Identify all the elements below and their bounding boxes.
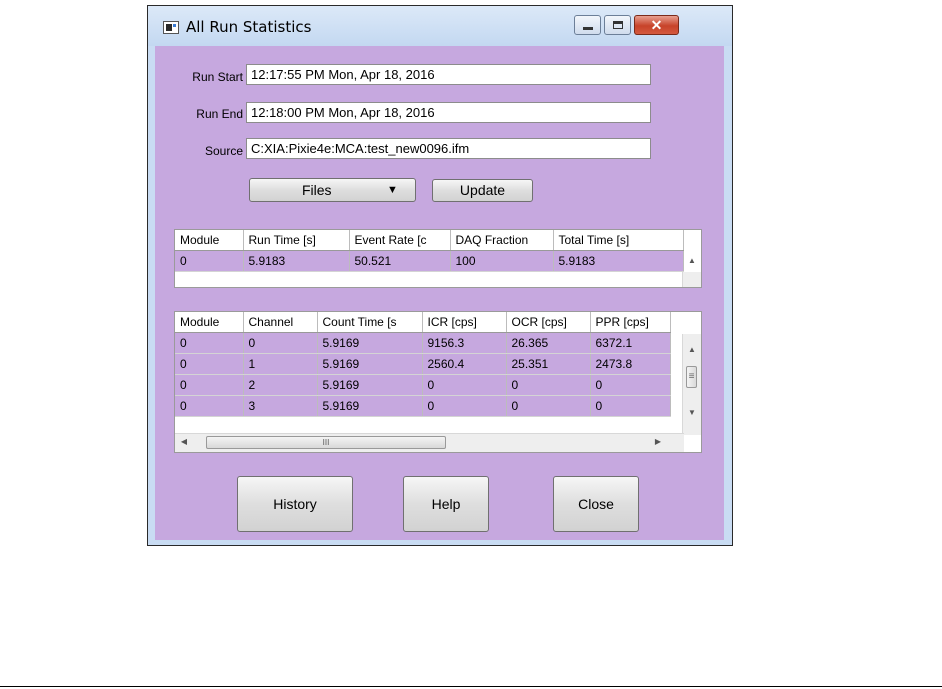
table-cell[interactable]: 5.9169: [317, 374, 423, 396]
table-row[interactable]: 0 0 5.9169 9156.3 26.365 6372.1: [175, 332, 671, 354]
channel-statistics-table[interactable]: Module Channel Count Time [s ICR [cps] OCR […: [174, 311, 702, 453]
table-cell[interactable]: 0: [422, 374, 507, 396]
channel-table-horizontal-scrollbar[interactable]: ◀ III ▶: [175, 433, 684, 452]
table-cell[interactable]: 2560.4: [422, 353, 507, 375]
table-cell[interactable]: 2473.8: [590, 353, 671, 375]
table-cell[interactable]: 5.9169: [317, 353, 423, 375]
app-window-icon[interactable]: [163, 21, 179, 34]
files-label: Files: [302, 182, 332, 198]
table-row[interactable]: 0 3 5.9169 0 0 0: [175, 395, 671, 417]
minimize-icon: [583, 27, 593, 30]
source-field[interactable]: C:XIA:Pixie4e:MCA:test_new0096.ifm: [246, 138, 651, 159]
run-start-label: Run Start: [192, 70, 243, 84]
column-header[interactable]: PPR [cps]: [590, 312, 671, 333]
table-cell[interactable]: 5.9169: [317, 395, 423, 417]
table-cell[interactable]: 1: [243, 353, 318, 375]
run-start-field[interactable]: 12:17:55 PM Mon, Apr 18, 2016: [246, 64, 651, 85]
close-icon: ✕: [650, 17, 663, 33]
table-cell[interactable]: 0: [175, 250, 244, 272]
table-cell[interactable]: 0: [175, 395, 244, 417]
title-bar[interactable]: All Run Statistics ✕: [148, 6, 732, 46]
scroll-up-icon[interactable]: ▲: [683, 256, 701, 265]
table-row[interactable]: 0 5.9183 50.521 100 5.9183: [175, 250, 684, 272]
minimize-button[interactable]: [574, 15, 601, 35]
table-cell[interactable]: 0: [506, 374, 591, 396]
column-header[interactable]: Total Time [s]: [553, 230, 684, 251]
column-header[interactable]: Module: [175, 312, 244, 333]
table-cell[interactable]: 100: [450, 250, 554, 272]
page-bottom-rule: [0, 686, 942, 687]
table-cell[interactable]: 5.9183: [553, 250, 684, 272]
table-cell[interactable]: 0: [243, 332, 318, 354]
scroll-down-icon[interactable]: ▼: [683, 408, 701, 417]
window-title: All Run Statistics: [186, 18, 312, 36]
table-cell[interactable]: 0: [422, 395, 507, 417]
run-end-label: Run End: [196, 107, 243, 121]
table-cell[interactable]: 0: [590, 395, 671, 417]
history-button[interactable]: History: [237, 476, 353, 532]
table-cell[interactable]: 9156.3: [422, 332, 507, 354]
column-header[interactable]: Event Rate [c: [349, 230, 451, 251]
close-button[interactable]: Close: [553, 476, 639, 532]
table-cell[interactable]: 3: [243, 395, 318, 417]
update-button[interactable]: Update: [432, 179, 533, 202]
source-label: Source: [204, 144, 243, 158]
table-cell[interactable]: 26.365: [506, 332, 591, 354]
table-row[interactable]: 0 2 5.9169 0 0 0: [175, 374, 671, 396]
table-cell[interactable]: 50.521: [349, 250, 451, 272]
table-cell[interactable]: 0: [590, 374, 671, 396]
dialog-client-area: Run Start 12:17:55 PM Mon, Apr 18, 2016 …: [155, 46, 724, 540]
close-window-button[interactable]: ✕: [634, 15, 679, 35]
table-row[interactable]: 0 1 5.9169 2560.4 25.351 2473.8: [175, 353, 671, 375]
column-header[interactable]: OCR [cps]: [506, 312, 591, 333]
column-header[interactable]: Count Time [s: [317, 312, 423, 333]
channel-table-vertical-scrollbar[interactable]: ▲ ≡ ▼: [682, 334, 701, 435]
all-run-statistics-window: All Run Statistics ✕ Run Start 12:17:55 …: [147, 5, 733, 546]
maximize-icon: [613, 21, 623, 29]
files-dropdown[interactable]: Files ▼: [249, 178, 416, 202]
table-cell[interactable]: 6372.1: [590, 332, 671, 354]
maximize-button[interactable]: [604, 15, 631, 35]
table-cell[interactable]: 0: [175, 374, 244, 396]
table-cell[interactable]: 0: [175, 332, 244, 354]
chevron-down-icon: ▼: [387, 184, 398, 196]
scroll-up-icon[interactable]: ▲: [683, 345, 701, 354]
scroll-right-icon[interactable]: ▶: [653, 437, 663, 446]
column-header[interactable]: Run Time [s]: [243, 230, 350, 251]
vertical-scroll-thumb[interactable]: ≡: [686, 366, 697, 388]
column-header[interactable]: Channel: [243, 312, 318, 333]
table-cell[interactable]: 0: [175, 353, 244, 375]
module-table-vertical-scrollbar[interactable]: ▲: [682, 256, 701, 287]
table-cell[interactable]: 5.9183: [243, 250, 350, 272]
column-header[interactable]: ICR [cps]: [422, 312, 507, 333]
horizontal-scroll-thumb[interactable]: III: [206, 436, 446, 449]
help-button[interactable]: Help: [403, 476, 489, 532]
column-header[interactable]: Module: [175, 230, 244, 251]
table-cell[interactable]: 25.351: [506, 353, 591, 375]
table-cell[interactable]: 5.9169: [317, 332, 423, 354]
table-cell[interactable]: 2: [243, 374, 318, 396]
module-statistics-table[interactable]: Module Run Time [s] Event Rate [c DAQ Fract…: [174, 229, 702, 288]
scroll-left-icon[interactable]: ◀: [179, 437, 189, 446]
run-end-field[interactable]: 12:18:00 PM Mon, Apr 18, 2016: [246, 102, 651, 123]
table-cell[interactable]: 0: [506, 395, 591, 417]
column-header[interactable]: DAQ Fraction: [450, 230, 554, 251]
